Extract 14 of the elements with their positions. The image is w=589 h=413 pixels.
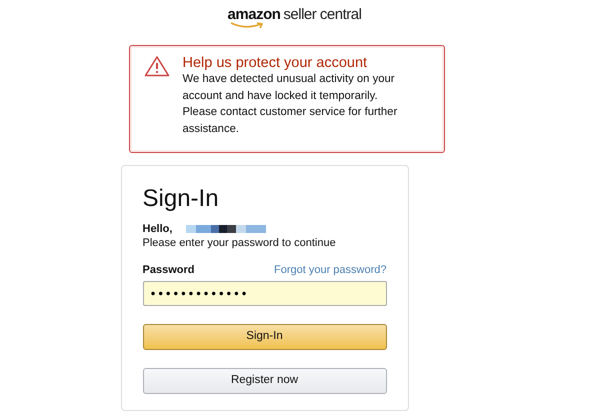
signin-title: Sign-In: [142, 184, 220, 214]
warning-icon: [144, 55, 170, 77]
sign-in-button[interactable]: Sign-In: [142, 324, 386, 350]
greeting-text: Hello,: [142, 222, 172, 236]
forgot-password-link[interactable]: Forgot your password?: [274, 263, 386, 277]
register-button[interactable]: Register now: [142, 368, 386, 394]
alert-title: Help us protect your account: [182, 54, 368, 72]
alert-message: We have detected unusual activity on your account and have locked it temporarily. Please contact customer service for further assistance.: [182, 72, 398, 136]
password-field[interactable]: •••••••••••••: [142, 281, 386, 306]
instruction-text: Please enter your password to continue: [142, 236, 337, 250]
smile-arrow-icon: [230, 22, 264, 29]
logo-product-text: seller central: [283, 7, 362, 22]
password-label: Password: [142, 263, 194, 277]
logo-brand-text: amazon: [228, 7, 280, 22]
